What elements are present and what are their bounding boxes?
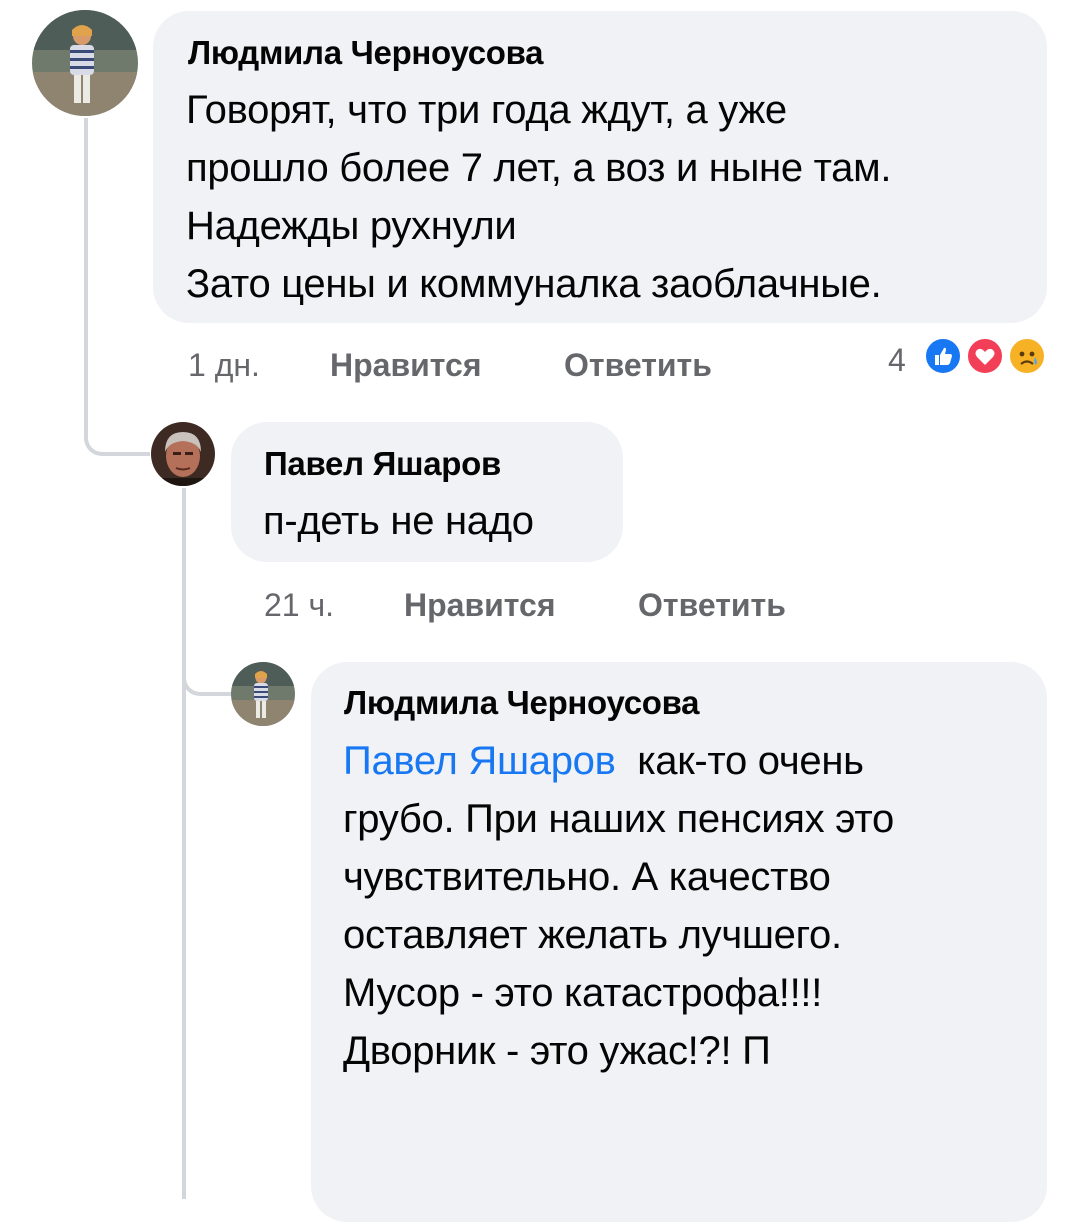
comment-author[interactable]: Павел Яшаров — [264, 445, 501, 483]
like-button[interactable]: Нравится — [330, 347, 482, 384]
comment-text-line: Надежды рухнули — [186, 204, 517, 248]
comment-text: п-деть не надо — [263, 492, 534, 550]
thread-line-main — [84, 118, 88, 438]
thread-curve-reply-1 — [84, 418, 150, 456]
thread-curve-reply-2 — [182, 648, 232, 696]
reply-button[interactable]: Ответить — [564, 347, 712, 384]
avatar[interactable] — [151, 422, 215, 486]
comment-text-line: Павел Яшаров как-то очень — [343, 732, 894, 790]
comment-text-line: грубо. При наших пенсиях это — [343, 797, 894, 841]
comment-text: Павел Яшаров как-то очень грубо. При наш… — [343, 732, 894, 1080]
comment-text-gap — [616, 739, 638, 783]
love-icon[interactable] — [965, 336, 1005, 376]
comment-text-line: Мусор - это катастрофа!!!! — [343, 971, 823, 1015]
comment-text-line: чувствительно. А качество — [343, 855, 831, 899]
comment-timestamp[interactable]: 21 ч. — [264, 587, 334, 624]
like-icon[interactable] — [923, 336, 963, 376]
comment-timestamp[interactable]: 1 дн. — [188, 347, 260, 384]
reply-button[interactable]: Ответить — [638, 587, 786, 624]
comment-text-line: Дворник - это ужас!?! П — [343, 1029, 771, 1073]
comment-text-line: оставляет желать лучшего. — [343, 913, 842, 957]
like-button[interactable]: Нравится — [404, 587, 556, 624]
comment-text-line: п-деть не надо — [263, 499, 534, 543]
mention-link[interactable]: Павел Яшаров — [343, 739, 616, 783]
comment-text-line: прошло более 7 лет, а воз и ныне там. — [186, 146, 892, 190]
avatar[interactable] — [32, 10, 138, 116]
comment-text-line: Зато цены и коммуналка заоблачные. — [186, 262, 882, 306]
thread-line-reply — [182, 488, 186, 1199]
comment-author[interactable]: Людмила Черноусова — [188, 34, 544, 72]
comment-text: Говорят, что три года ждут, а уже прошло… — [186, 81, 891, 313]
sad-icon[interactable] — [1007, 336, 1047, 376]
comment-author[interactable]: Людмила Черноусова — [344, 684, 700, 722]
reaction-count[interactable]: 4 — [888, 342, 906, 379]
avatar[interactable] — [231, 662, 295, 726]
comment-text-line: Говорят, что три года ждут, а уже — [186, 88, 787, 132]
comment-text-segment: как-то очень — [637, 739, 864, 783]
